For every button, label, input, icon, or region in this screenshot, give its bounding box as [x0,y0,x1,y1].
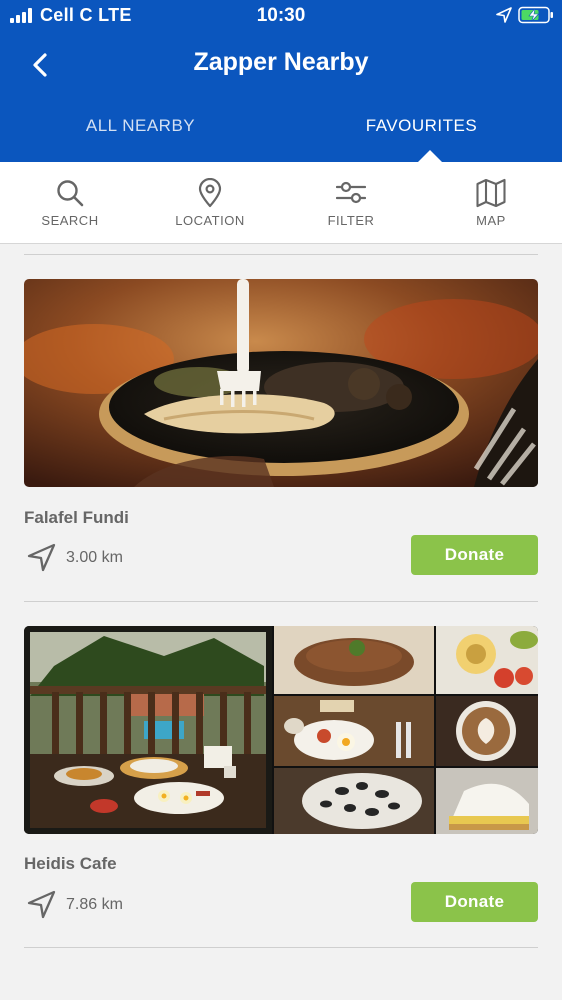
navigation-arrow-icon [27,543,56,572]
navigation-bar: Zapper Nearby [0,40,562,88]
list-divider [24,947,538,948]
location-pin-icon [198,178,222,208]
map-tool-button[interactable]: MAP [421,162,561,244]
location-tool-button[interactable]: LOCATION [140,162,280,244]
battery-charging-icon [518,6,553,24]
search-icon [57,180,84,207]
tab-favourites[interactable]: FAVOURITES [281,116,562,136]
status-time: 10:30 [256,5,306,26]
place-name: Heidis Cafe [24,854,117,873]
map-icon [476,178,506,208]
distance-label: 7.86 km [66,896,123,913]
filter-tool-button[interactable]: FILTER [281,162,421,244]
photo-collage [24,626,538,834]
place-photo-falafel-fundi[interactable] [24,279,538,487]
place-name: Falafel Fundi [24,508,129,527]
map-tool-label: MAP [476,213,506,228]
distance-label: 3.00 km [66,549,123,566]
status-bar: Cell C LTE 10:30 [0,0,562,32]
location-services-icon [496,7,512,23]
active-tab-indicator [418,150,442,162]
list-divider [24,254,538,255]
tab-bar: ALL NEARBY FAVOURITES [0,104,562,162]
place-photo-heidis-cafe[interactable] [24,626,538,834]
search-tool-label: SEARCH [41,213,99,228]
location-tool-label: LOCATION [175,213,245,228]
donate-button[interactable]: Donate [411,535,538,575]
search-tool-button[interactable]: SEARCH [0,162,140,244]
tab-all-nearby[interactable]: ALL NEARBY [0,116,281,136]
app-header: Cell C LTE 10:30 Zapper Nearby ALL NEARB… [0,0,562,162]
filter-tool-label: FILTER [327,213,375,228]
donate-button[interactable]: Donate [411,882,538,922]
action-toolbar: SEARCH LOCATION FILTER MAP [0,162,562,244]
navigation-arrow-icon [27,890,56,919]
sliders-icon [336,181,366,204]
food-photo [24,279,538,487]
page-title: Zapper Nearby [193,48,369,76]
list-divider [24,601,538,602]
